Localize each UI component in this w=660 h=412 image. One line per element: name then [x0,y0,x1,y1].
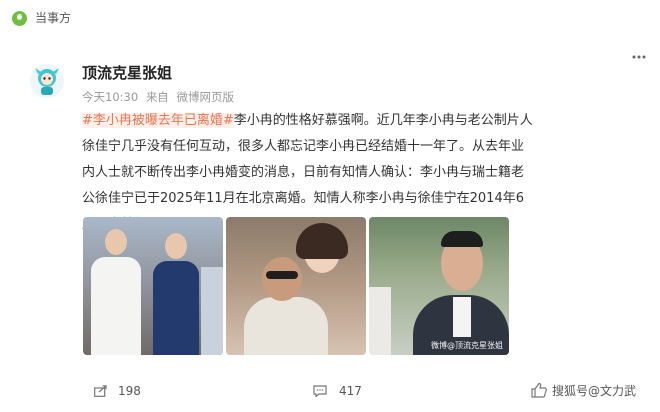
post-photo-2[interactable] [226,217,366,355]
source-credit: 搜狐号@文力武 [552,384,637,398]
photo-figure [153,261,199,355]
source-name: 当事方 [35,11,72,25]
post-time: 今天10:30 [82,90,139,104]
action-bar: 198 417 搜狐号@文力武 [0,377,660,405]
photo-hair [441,231,483,247]
comment-count[interactable]: 417 [339,383,362,399]
post-photo-3[interactable]: 微博@顶流克星张姐 [369,217,509,355]
more-icon[interactable] [632,48,646,64]
source-header: 当事方 [0,0,660,36]
post-meta: 今天10:30 来自 微博网页版 [82,89,238,105]
photo-figure-head [105,229,127,255]
photo-shirt [453,297,471,337]
post-body: 李小冉的性格好慕强啊。近几年李小冉与老公制片人徐佳宁几乎没有任何互动，很多人都忘… [82,113,533,232]
avatar-cartoon-icon [35,68,59,95]
share-count[interactable]: 198 [118,383,141,399]
photo-watermark: 微博@顶流克星张姐 [431,341,503,350]
post-client: 微博网页版 [176,90,234,104]
photo-figure [244,297,328,355]
like-icon[interactable] [531,382,547,398]
source-logo-icon [12,11,27,26]
post-from-label: 来自 [145,90,169,104]
photo-figure-head [165,233,187,259]
share-icon[interactable] [94,385,107,397]
more-dots-icon [632,55,646,59]
photo-hair [296,223,348,259]
photo-figure-head [262,257,302,301]
comment-icon[interactable] [313,385,327,397]
photo-figure [201,267,223,355]
photo-figure [91,257,141,355]
avatar[interactable] [30,64,64,98]
photo-figure [369,287,391,355]
hashtag-link[interactable]: #李小冉被曝去年已离婚# [82,113,234,128]
post-photo-1[interactable] [83,217,223,355]
photo-sunglasses [266,271,298,279]
author-name[interactable]: 顶流克星张姐 [82,63,172,83]
